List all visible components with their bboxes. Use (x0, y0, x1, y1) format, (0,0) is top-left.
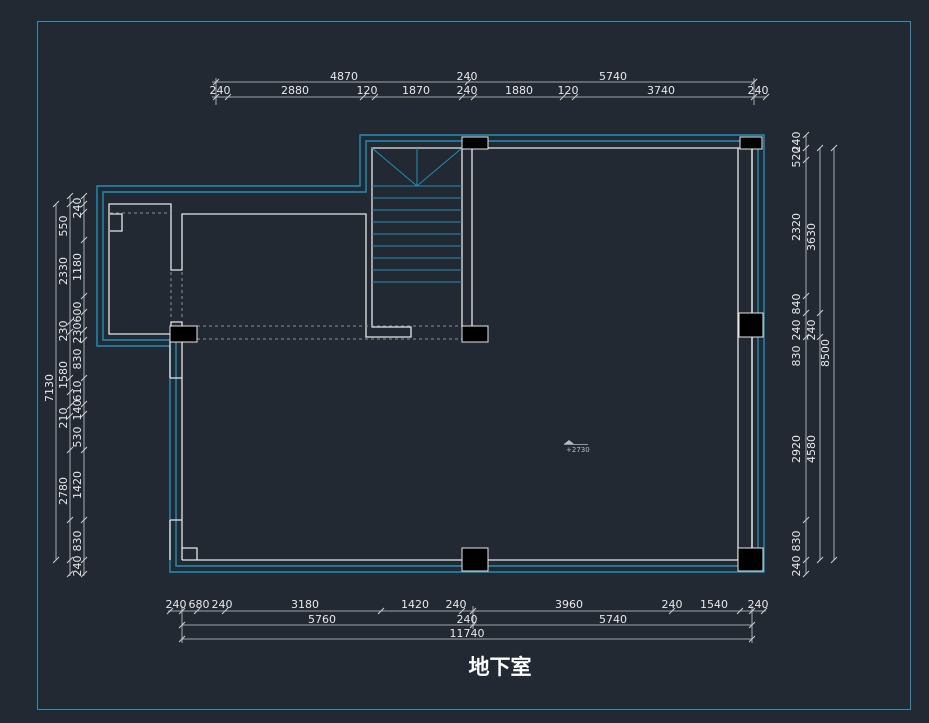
dim-top-4870: 4870 (330, 70, 358, 83)
dim-left-1420: 1420 (71, 471, 84, 499)
dim-top-c: 120 (357, 84, 378, 97)
dim-left-1580: 1580 (57, 361, 70, 389)
dim-bot-total: 11740 (450, 627, 485, 640)
dim-left-610: 610 (71, 381, 84, 402)
dim-right-840: 840 (790, 294, 803, 315)
dim-bot-h: 240 (662, 598, 683, 611)
dim-right-240b: 240 (790, 320, 803, 341)
dim-top-f: 1880 (505, 84, 533, 97)
dim-top-5740: 5740 (599, 70, 627, 83)
dim-bot-g: 3960 (555, 598, 583, 611)
dim-right-2320: 2320 (790, 213, 803, 241)
dim-right-4580: 4580 (805, 435, 818, 463)
dim-top-e: 240 (457, 84, 478, 97)
elevation-marker: +2730 (564, 440, 590, 454)
dim-left-230b: 230 (71, 323, 84, 344)
dim-left-2330: 2330 (57, 257, 70, 285)
dim-left-total: 7130 (43, 374, 56, 402)
staircase (371, 147, 463, 283)
dim-right-3630: 3630 (805, 223, 818, 251)
dim-top-b: 2880 (281, 84, 309, 97)
dim-bot-c: 240 (212, 598, 233, 611)
left-dimensions: 550 240 1180 2330 230 600 230 1580 830 1… (43, 196, 85, 577)
top-dimensions: 4870 240 5740 240 2880 120 1870 240 1880… (210, 70, 769, 105)
dim-right-520: 520 (790, 147, 803, 168)
outer-wall-line-inner (102, 140, 759, 567)
dim-top-i: 240 (748, 84, 769, 97)
bottom-dimensions: 240 680 240 3180 1420 240 3960 240 1540 … (166, 598, 769, 643)
dashed-lines (110, 212, 462, 340)
dim-bot-i: 1540 (700, 598, 728, 611)
dim-top-240: 240 (457, 70, 478, 83)
elevation-label: +2730 (566, 446, 590, 454)
cad-floor-plan-canvas: +2730 4870 240 5740 240 2880 120 1870 24… (0, 0, 929, 723)
dim-left-240a: 240 (71, 198, 84, 219)
dim-top-a: 240 (210, 84, 231, 97)
dim-left-830b: 830 (71, 531, 84, 552)
dim-left-830a: 830 (71, 349, 84, 370)
dim-top-d: 1870 (402, 84, 430, 97)
dim-left-550: 550 (57, 216, 70, 237)
dim-left-240b: 240 (71, 556, 84, 577)
right-dimensions: 240 520 2320 840 240 830 2920 830 240 36… (790, 132, 835, 577)
dim-right-240-mid: 240 (805, 320, 818, 341)
dim-right-2920: 2920 (790, 435, 803, 463)
dim-top-g: 120 (558, 84, 579, 97)
outer-wall-line (96, 134, 765, 573)
dim-bot-d: 3180 (291, 598, 319, 611)
dim-left-2780: 2780 (57, 477, 70, 505)
dim-right-830b: 830 (790, 531, 803, 552)
dim-right-240c: 240 (790, 556, 803, 577)
dim-bot-e: 1420 (401, 598, 429, 611)
drawing-title: 地下室 (469, 655, 532, 679)
dim-top-h: 3740 (647, 84, 675, 97)
dim-bot-5760: 5760 (308, 613, 336, 626)
dim-right-830a: 830 (790, 346, 803, 367)
dim-left-140: 140 (71, 400, 84, 421)
dim-bot-5740: 5740 (599, 613, 627, 626)
dim-left-530: 530 (71, 427, 84, 448)
structural-columns (169, 136, 764, 572)
dim-left-1180: 1180 (71, 253, 84, 281)
dim-right-total: 8500 (819, 339, 832, 367)
floor-plan-drawing: +2730 4870 240 5740 240 2880 120 1870 24… (37, 21, 911, 710)
